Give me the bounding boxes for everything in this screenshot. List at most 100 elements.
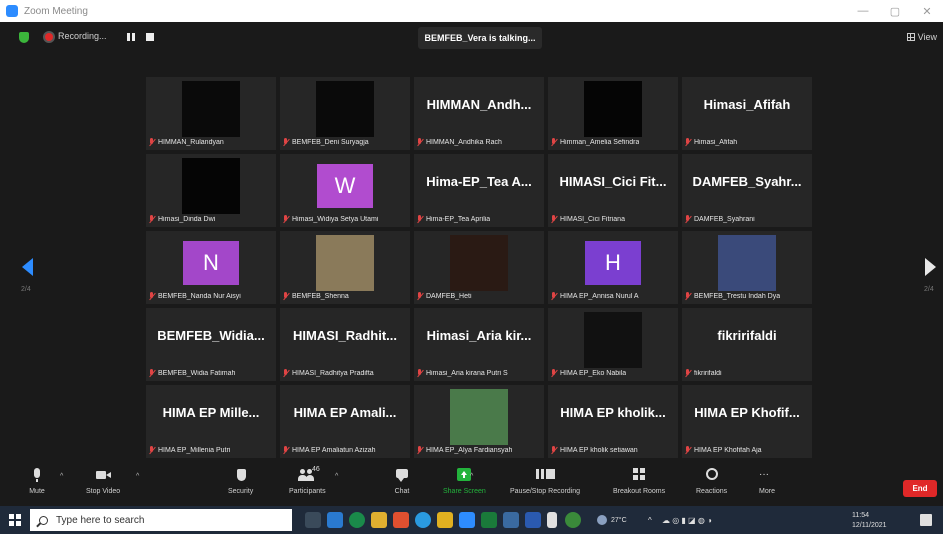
participant-tile[interactable]: Himasi_Dinda Dwi [146, 154, 276, 227]
more-button[interactable]: ··· More [758, 468, 776, 496]
excel-icon[interactable] [481, 512, 497, 528]
participant-tile[interactable]: W Himasi_Widiya Setya Utami [280, 154, 410, 227]
share-screen-button[interactable]: Share Screen [443, 468, 486, 495]
participant-name-label: DAMFEB_Syahrani [684, 213, 755, 225]
participant-tile[interactable]: BEMFEB_Widia... BEMFEB_Widia Fatimah [146, 308, 276, 381]
participant-tile[interactable]: DAMFEB_Syahr... DAMFEB_Syahrani [682, 154, 812, 227]
security-button[interactable]: Security [228, 468, 253, 495]
participant-tile[interactable]: HIMA EP_Alya Fardiansyah [414, 385, 544, 458]
participant-photo [316, 235, 374, 291]
pdf-reader-icon[interactable] [547, 512, 557, 528]
reactions-button[interactable]: Reactions [696, 468, 727, 495]
share-options-caret-icon[interactable]: ^ [470, 473, 473, 480]
muted-microphone-icon [282, 445, 289, 455]
participant-tile[interactable]: BEMFEB_Shenna [280, 231, 410, 304]
participant-name-text: HIMA EP Khofifah Aja [694, 446, 762, 454]
sticky-notes-icon[interactable] [437, 512, 453, 528]
muted-microphone-icon [550, 291, 557, 301]
pause-recording-icon[interactable] [127, 33, 135, 41]
view-button[interactable]: View [906, 32, 937, 42]
participant-tile[interactable]: N BEMFEB_Nanda Nur Aisyi [146, 231, 276, 304]
pause-stop-recording-button[interactable]: Pause/Stop Recording [510, 468, 580, 495]
participant-video [316, 81, 374, 137]
participant-video [182, 158, 240, 214]
participants-count: 46 [312, 466, 320, 473]
maximize-icon[interactable]: ▢ [879, 0, 911, 22]
mail-app-icon[interactable] [327, 512, 343, 528]
tray-overflow-icon[interactable]: ^ [648, 516, 652, 525]
mute-button[interactable]: Mute [28, 468, 46, 495]
participants-button[interactable]: Participants [289, 468, 326, 495]
participant-tile[interactable]: HIMASI_Radhit... HIMASI_Radhitya Pradifta [280, 308, 410, 381]
end-meeting-button[interactable]: End [903, 480, 937, 497]
notification-center-icon[interactable] [920, 514, 932, 526]
participants-caret-icon[interactable]: ^ [335, 473, 338, 480]
participant-name-label: fikririfaldi [684, 367, 722, 379]
participant-name-text: HIMA EP_Annisa Nurul A [560, 292, 639, 300]
participant-tile[interactable]: Hima-EP_Tea A... Hima-EP_Tea Aprilia [414, 154, 544, 227]
participant-name-label: HIMA EP_Millenia Putri [148, 444, 230, 456]
zoom-taskbar-icon[interactable] [459, 512, 475, 528]
participant-tile[interactable]: HIMASI_Cici Fit... HIMASI_Cici Fitriana [548, 154, 678, 227]
chrome-browser-icon[interactable] [565, 512, 581, 528]
file-explorer-icon[interactable] [371, 512, 387, 528]
next-page-arrow-icon[interactable] [925, 258, 936, 276]
participant-display-name: DAMFEB_Syahr... [692, 174, 802, 189]
previous-page-arrow-icon[interactable] [22, 258, 33, 276]
photos-app-icon[interactable] [503, 512, 519, 528]
participant-tile[interactable]: HIMMAN_Andh... HIMMAN_Andhika Rach [414, 77, 544, 150]
breakout-rooms-button[interactable]: Breakout Rooms [613, 468, 665, 495]
telegram-icon[interactable] [415, 512, 431, 528]
participant-name-label: Himasi_Widiya Setya Utami [282, 213, 378, 225]
taskbar-date[interactable]: 12/11/2021 [852, 522, 887, 529]
office-app-icon[interactable] [393, 512, 409, 528]
participant-video [182, 81, 240, 137]
participant-name-text: HIMA EP kholik setiawan [560, 446, 638, 454]
participant-tile[interactable]: BEMFEB_Deni Suryagja [280, 77, 410, 150]
participant-tile[interactable]: Himman_Amelia Sefindra [548, 77, 678, 150]
taskbar-clock[interactable]: 11:54 [852, 512, 869, 519]
audio-options-caret-icon[interactable]: ^ [60, 473, 63, 480]
stop-recording-icon[interactable] [146, 33, 154, 41]
participant-tile[interactable]: Himasi_Afifah Himasi_Afifah [682, 77, 812, 150]
system-tray-icons[interactable]: ☁ ◎ ▮ ◪ ◍ ◑ [662, 516, 712, 525]
participant-tile[interactable]: HIMMAN_Rulandyan [146, 77, 276, 150]
chat-button[interactable]: Chat [393, 468, 411, 495]
close-icon[interactable]: ✕ [911, 0, 943, 22]
participant-tile[interactable]: Himasi_Aria kir... Himasi_Aria kirana Put… [414, 308, 544, 381]
participant-avatar-letter: N [183, 241, 239, 285]
word-icon[interactable] [525, 512, 541, 528]
participant-tile[interactable]: HIMA EP Amali... HIMA EP Amaliatun Azizah [280, 385, 410, 458]
participant-name-text: HIMA EP_Eko Nabila [560, 369, 627, 377]
minimize-icon[interactable]: — [847, 0, 879, 22]
muted-microphone-icon [282, 137, 289, 147]
participant-tile[interactable]: HIMA EP kholik... HIMA EP kholik setiawan [548, 385, 678, 458]
participant-tile[interactable]: HIMA EP Khofif... HIMA EP Khofifah Aja [682, 385, 812, 458]
reactions-label: Reactions [696, 488, 728, 495]
participant-tile[interactable]: fikririfaldi fikririfaldi [682, 308, 812, 381]
participant-name-label: DAMFEB_Heti [416, 290, 472, 302]
participant-tile[interactable]: BEMFEB_Trestu Indah Dya [682, 231, 812, 304]
more-dots-icon: ··· [759, 469, 769, 480]
breakout-rooms-label: Breakout Rooms [613, 488, 666, 495]
participant-tile[interactable]: DAMFEB_Heti [414, 231, 544, 304]
participant-tile[interactable]: HIMA EP Mille... HIMA EP_Millenia Putri [146, 385, 276, 458]
participant-tile[interactable]: H HIMA EP_Annisa Nurul A [548, 231, 678, 304]
participant-photo [450, 389, 508, 445]
video-camera-icon [94, 468, 112, 482]
taskbar-search-input[interactable]: Type here to search [30, 509, 292, 531]
participant-name-text: HIMA EP_Millenia Putri [158, 446, 231, 454]
windows-start-icon[interactable] [9, 514, 21, 526]
video-options-caret-icon[interactable]: ^ [136, 473, 139, 480]
participant-name-text: DAMFEB_Heti [426, 292, 472, 300]
stop-video-button[interactable]: Stop Video [86, 468, 120, 495]
edge-browser-icon[interactable] [349, 512, 365, 528]
windows-taskbar: Type here to search 27°C ^ ☁ ◎ ▮ ◪ ◍ ◑ 1… [0, 506, 943, 534]
task-view-icon[interactable] [305, 512, 321, 528]
weather-icon [597, 515, 607, 525]
participant-name-text: Hima-EP_Tea Aprilia [426, 215, 491, 223]
participant-display-name: HIMA EP Mille... [162, 405, 260, 420]
participant-name-text: BEMFEB_Widia Fatimah [158, 369, 236, 377]
participant-tile[interactable]: HIMA EP_Eko Nabila [548, 308, 678, 381]
security-shield-icon[interactable] [19, 32, 29, 43]
